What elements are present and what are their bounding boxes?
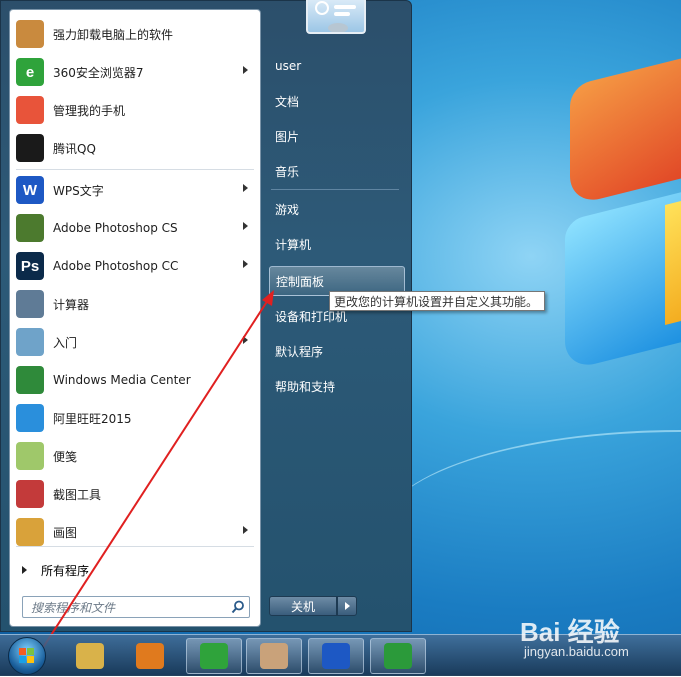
media-player-icon — [136, 643, 164, 669]
explorer-icon — [76, 643, 104, 669]
taskbar-button[interactable] — [122, 638, 178, 674]
taskbar-button[interactable] — [246, 638, 302, 674]
taskbar-button[interactable] — [308, 638, 364, 674]
watermark-url: jingyan.baidu.com — [524, 644, 629, 659]
taskbar-button[interactable] — [186, 638, 242, 674]
blurred-app-icon — [260, 643, 288, 669]
360-browser-icon — [200, 643, 228, 669]
red-annotation-arrow — [32, 290, 274, 664]
taskbar-button[interactable] — [62, 638, 118, 674]
taskbar-button[interactable] — [370, 638, 426, 674]
windows-flag-icon — [19, 648, 34, 663]
wps-writer-icon — [322, 643, 350, 669]
wps-spreadsheet-icon — [384, 643, 412, 669]
start-button[interactable] — [8, 637, 46, 675]
